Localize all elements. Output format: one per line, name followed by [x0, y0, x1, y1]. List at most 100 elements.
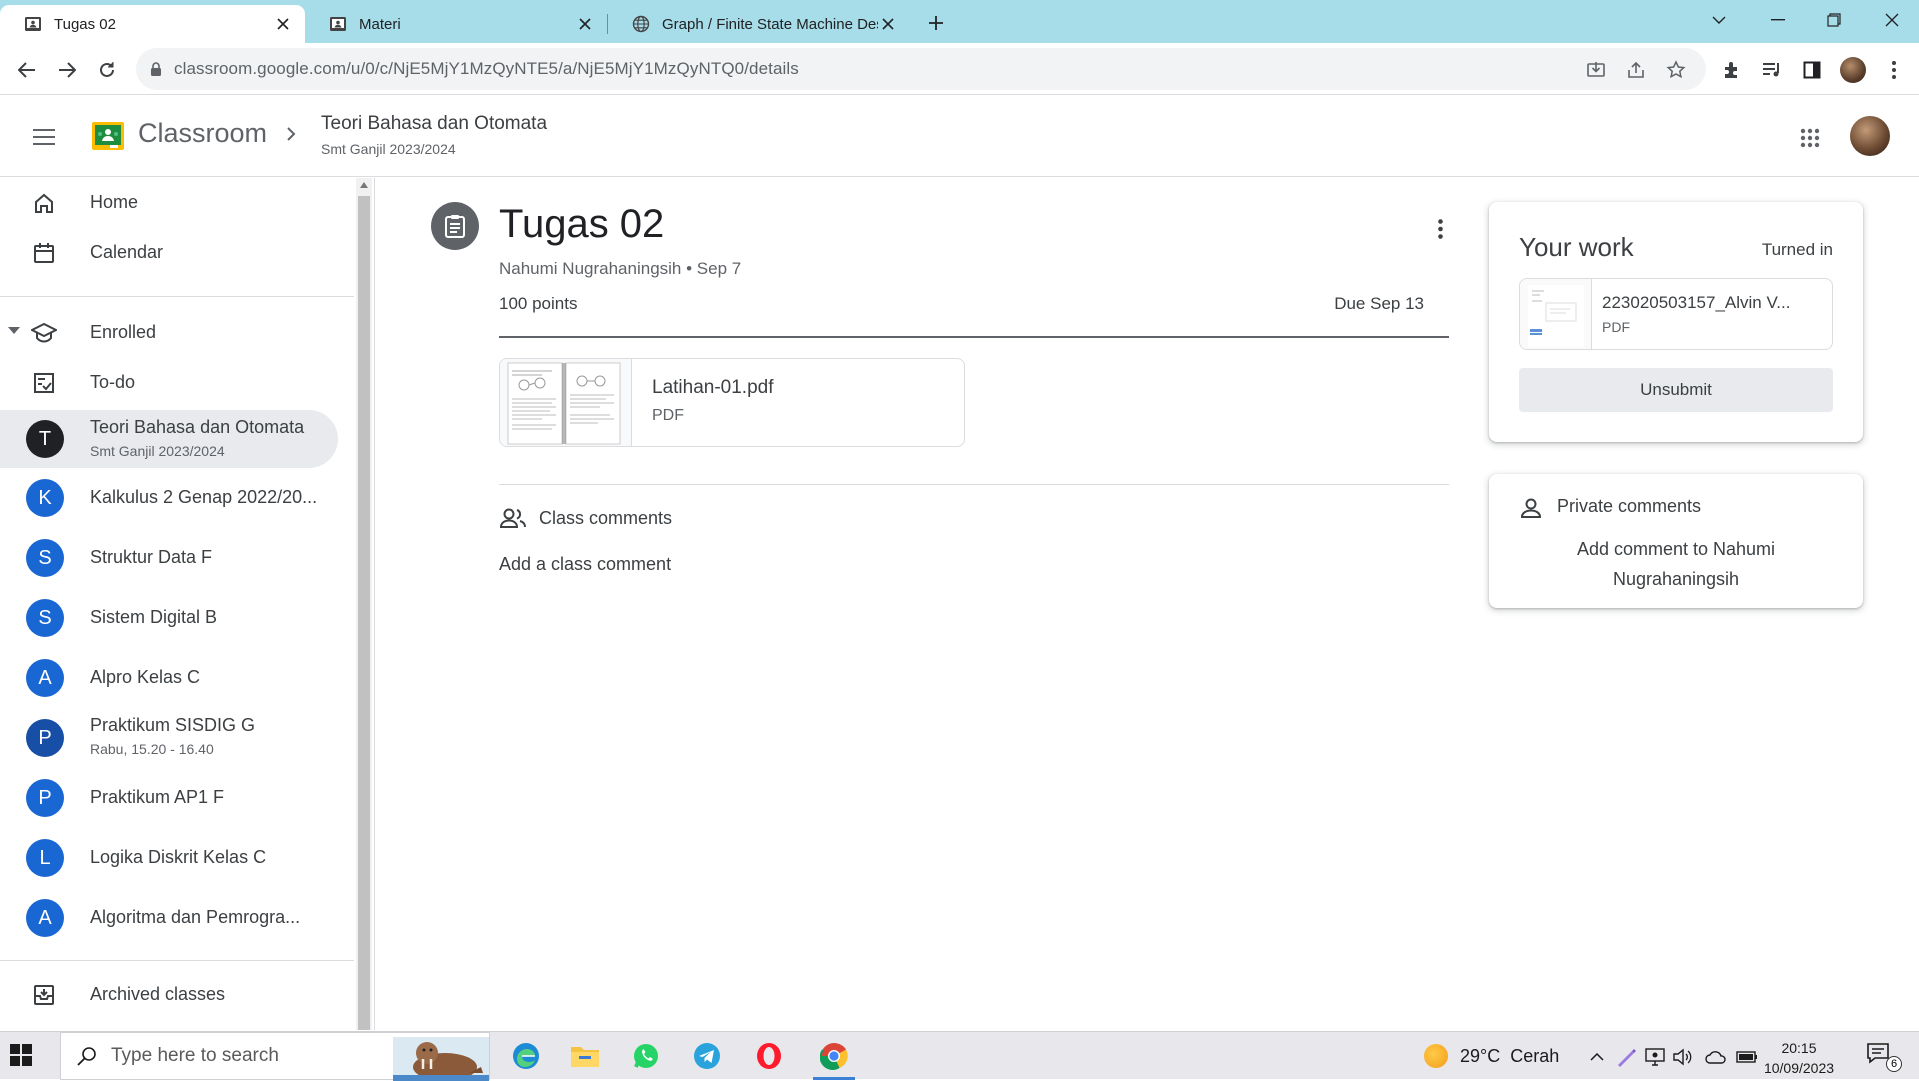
home-icon: [30, 189, 58, 217]
account-avatar[interactable]: [1850, 116, 1890, 156]
breadcrumb-course-title[interactable]: Teori Bahasa dan Otomata: [321, 113, 547, 135]
install-app-icon[interactable]: [1584, 58, 1608, 82]
close-tab-icon[interactable]: [575, 14, 595, 34]
course-avatar: P: [26, 779, 64, 817]
browser-menu-icon[interactable]: [1881, 57, 1907, 83]
scrollbar-thumb[interactable]: [358, 196, 370, 1030]
your-work-title: Your work: [1519, 232, 1634, 262]
assignment-due-date: Due Sep 13: [1334, 294, 1424, 313]
weather-widget[interactable]: 29°C Cerah: [1424, 1044, 1559, 1068]
course-avatar: T: [26, 420, 64, 458]
taskbar-clock[interactable]: 20:15 10/09/2023: [1762, 1038, 1836, 1078]
sidebar-item-enrolled[interactable]: Enrolled: [0, 308, 338, 358]
restore-icon[interactable]: [1804, 0, 1864, 40]
sidebar-course-item[interactable]: P Praktikum SISDIG G Rabu, 15.20 - 16.40: [0, 708, 338, 768]
close-tab-icon[interactable]: [273, 14, 293, 34]
sidebar-course-item[interactable]: S Sistem Digital B: [0, 588, 338, 648]
telegram-taskbar-button[interactable]: [678, 1032, 736, 1080]
sidebar-course-item[interactable]: T Teori Bahasa dan Otomata Smt Ganjil 20…: [0, 410, 338, 468]
main-menu-icon[interactable]: [28, 122, 60, 152]
sidebar-divider: [0, 296, 354, 297]
close-window-icon[interactable]: [1862, 0, 1919, 40]
course-subtitle: Rabu, 15.20 - 16.40: [90, 741, 214, 757]
todo-checklist-icon: [30, 369, 58, 397]
classroom-header: Classroom Teori Bahasa dan Otomata Smt G…: [0, 96, 1919, 177]
classroom-brand[interactable]: Classroom: [138, 118, 267, 149]
forward-icon[interactable]: [52, 55, 82, 85]
add-private-comment-link[interactable]: Add comment to Nahumi Nugrahaningsih: [1489, 534, 1863, 594]
tab-tugas-02[interactable]: Tugas 02: [0, 5, 305, 43]
course-subtitle: Smt Ganjil 2023/2024: [90, 443, 225, 459]
whatsapp-taskbar-button[interactable]: [617, 1032, 675, 1080]
sidebar-course-item[interactable]: P Praktikum AP1 F: [0, 768, 338, 828]
attachment-card[interactable]: Latihan-01.pdf PDF: [499, 358, 965, 447]
taskbar-search-box[interactable]: Type here to search: [60, 1032, 490, 1081]
more-options-icon[interactable]: [1425, 214, 1455, 244]
search-highlight-illustration: [393, 1037, 489, 1081]
sidebar-item-label: Calendar: [90, 242, 164, 262]
reload-icon[interactable]: [92, 55, 122, 85]
sidebar-item-todo[interactable]: To-do: [0, 358, 338, 408]
pen-icon[interactable]: [1615, 1046, 1637, 1068]
course-avatar: A: [26, 659, 64, 697]
globe-icon: [632, 15, 650, 33]
opera-taskbar-button[interactable]: [740, 1032, 798, 1080]
close-tab-icon[interactable]: [878, 14, 898, 34]
classroom-logo-icon[interactable]: [92, 122, 124, 150]
calendar-icon: [30, 239, 58, 267]
share-icon[interactable]: [1624, 58, 1648, 82]
file-explorer-taskbar-button[interactable]: [556, 1032, 614, 1080]
sidebar-item-label: Enrolled: [90, 322, 157, 342]
side-panel-icon[interactable]: [1799, 57, 1825, 83]
submitted-file-card[interactable]: 223020503157_Alvin V... PDF: [1519, 278, 1833, 350]
network-icon[interactable]: [1644, 1046, 1666, 1068]
extensions-icon[interactable]: [1719, 57, 1745, 83]
breadcrumb-chevron-icon: [287, 127, 296, 141]
sidebar-course-item[interactable]: A Alpro Kelas C: [0, 648, 338, 708]
course-avatar: S: [26, 539, 64, 577]
address-bar[interactable]: classroom.google.com/u/0/c/NjE5MjY1MzQyN…: [136, 48, 1706, 90]
comments-divider: [499, 484, 1449, 485]
assignment-icon: [431, 202, 479, 250]
chrome-taskbar-button[interactable]: [805, 1032, 863, 1080]
private-comments-card: Private comments Add comment to Nahumi N…: [1489, 474, 1863, 608]
google-apps-icon[interactable]: [1796, 124, 1824, 152]
course-name: Logika Diskrit Kelas C: [90, 847, 267, 867]
browser-profile-avatar[interactable]: [1840, 57, 1866, 83]
windows-start-icon[interactable]: [10, 1044, 32, 1066]
bookmark-star-icon[interactable]: [1664, 58, 1688, 82]
volume-icon[interactable]: [1672, 1046, 1694, 1068]
new-tab-button[interactable]: [922, 9, 950, 37]
scroll-up-arrow-icon[interactable]: [360, 182, 368, 188]
course-avatar: A: [26, 899, 64, 937]
tab-graph-fsm[interactable]: Graph / Finite State Machine Des: [608, 5, 910, 43]
back-icon[interactable]: [12, 55, 42, 85]
class-comments-people-icon: [499, 508, 526, 528]
media-queue-icon[interactable]: [1759, 57, 1785, 83]
unsubmit-button[interactable]: Unsubmit: [1519, 368, 1833, 412]
show-hidden-icons-chevron-icon[interactable]: [1586, 1046, 1608, 1068]
notification-center-button[interactable]: 6: [1866, 1042, 1902, 1072]
notification-count-badge: 6: [1886, 1056, 1902, 1072]
onedrive-cloud-icon[interactable]: [1705, 1046, 1727, 1068]
sidebar-course-item[interactable]: S Struktur Data F: [0, 528, 338, 588]
submitted-file-name: 223020503157_Alvin V...: [1602, 293, 1791, 312]
edge-taskbar-button[interactable]: [497, 1032, 555, 1080]
sidebar-course-item[interactable]: L Logika Diskrit Kelas C: [0, 828, 338, 888]
url-text[interactable]: classroom.google.com/u/0/c/NjE5MjY1MzQyN…: [174, 59, 799, 79]
add-private-comment-text: Add comment to Nahumi Nugrahaningsih: [1576, 539, 1776, 589]
sidebar-item-calendar[interactable]: Calendar: [0, 228, 338, 278]
sidebar-scrollbar[interactable]: [356, 178, 372, 1030]
minimize-icon[interactable]: [1748, 0, 1808, 40]
search-icon: [77, 1047, 96, 1066]
sidebar-item-home[interactable]: Home: [0, 178, 338, 228]
collapse-arrow-icon[interactable]: [8, 327, 20, 335]
sidebar-item-archived[interactable]: Archived classes: [0, 970, 338, 1020]
sidebar-course-item[interactable]: K Kalkulus 2 Genap 2022/20...: [0, 468, 338, 528]
sidebar-item-label: Archived classes: [90, 984, 226, 1004]
sidebar-course-item[interactable]: A Algoritma dan Pemrogra...: [0, 888, 338, 948]
tab-search-chevron-icon[interactable]: [1689, 0, 1749, 40]
add-class-comment-link[interactable]: Add a class comment: [499, 554, 671, 575]
tab-materi[interactable]: Materi: [305, 5, 607, 43]
battery-icon[interactable]: [1736, 1046, 1758, 1068]
